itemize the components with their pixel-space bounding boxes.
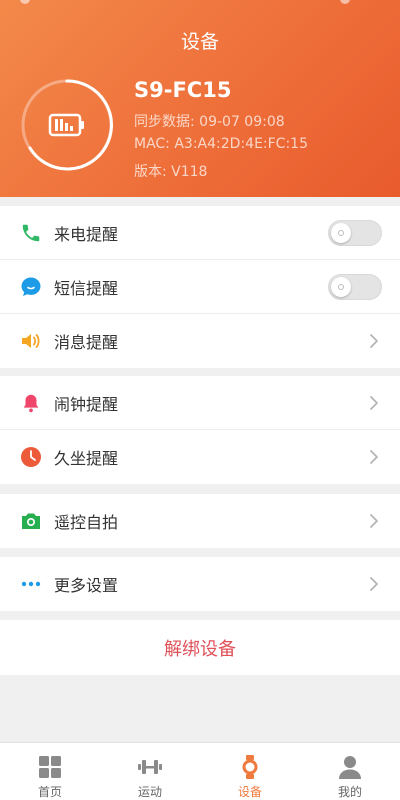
chevron-right-icon	[370, 450, 378, 464]
more-settings-row[interactable]: 更多设置	[0, 557, 400, 611]
message-reminder-label: 消息提醒	[54, 333, 119, 352]
device-header: 设备 S9-FC15 同步数据: 09-07 09:08 MAC: A3:A4:…	[0, 0, 400, 197]
tab-device[interactable]: 设备	[200, 743, 300, 800]
sms-reminder-label: 短信提醒	[54, 278, 119, 298]
clock-icon	[18, 444, 44, 470]
alarm-group: 闹钟提醒 久坐提醒	[0, 376, 400, 484]
person-icon	[339, 756, 361, 779]
camera-icon	[18, 508, 44, 534]
reminder-group: 来电提醒 短信提醒 消息提醒	[0, 206, 400, 368]
sync-time: 同步数据: 09-07 09:08	[134, 114, 285, 130]
sedentary-reminder-label: 久坐提醒	[54, 449, 119, 468]
chevron-right-icon	[370, 577, 378, 591]
status-bar	[0, 0, 400, 6]
home-grid-icon	[39, 756, 61, 778]
alarm-reminder-label: 闹钟提醒	[54, 394, 119, 414]
tab-sport-label: 运动	[137, 785, 162, 799]
message-reminder-row[interactable]: 消息提醒	[0, 314, 400, 368]
tab-mine[interactable]: 我的	[300, 743, 400, 800]
alarm-reminder-row[interactable]: 闹钟提醒	[0, 376, 400, 430]
page-title: 设备	[180, 31, 219, 53]
tab-mine-label: 我的	[337, 785, 362, 799]
tab-sport[interactable]: 运动	[100, 743, 200, 800]
call-reminder-row: 来电提醒	[0, 206, 400, 260]
remote-selfie-row[interactable]: 遥控自拍	[0, 494, 400, 548]
bottom-tab-bar: 首页 运动 设备 我的	[0, 742, 400, 800]
tab-device-label: 设备	[237, 785, 262, 799]
battery-icon	[48, 113, 84, 137]
sms-reminder-toggle[interactable]	[328, 274, 382, 300]
phone-icon	[18, 220, 44, 246]
call-reminder-toggle[interactable]	[328, 220, 382, 246]
bell-icon	[18, 390, 44, 416]
selfie-group: 遥控自拍	[0, 494, 400, 548]
more-group: 更多设置	[0, 557, 400, 611]
status-indicator	[20, 0, 30, 4]
status-indicator	[340, 0, 350, 4]
speaker-icon	[18, 328, 44, 354]
tab-home-label: 首页	[37, 785, 62, 799]
call-reminder-label: 来电提醒	[54, 224, 119, 244]
dumbbell-icon	[138, 760, 162, 774]
mac-address: MAC: A3:A4:2D:4E:FC:15	[134, 136, 308, 152]
sms-reminder-row: 短信提醒	[0, 260, 400, 314]
more-dots-icon	[18, 571, 44, 597]
battery-ring	[21, 79, 114, 171]
sedentary-reminder-row[interactable]: 久坐提醒	[0, 430, 400, 484]
remote-selfie-label: 遥控自拍	[54, 513, 119, 532]
chevron-right-icon	[370, 514, 378, 528]
device-name: S9-FC15	[134, 78, 232, 102]
chevron-right-icon	[370, 396, 378, 410]
chevron-right-icon	[370, 334, 378, 348]
chat-bubble-icon	[18, 274, 44, 300]
watch-icon	[242, 755, 258, 779]
unbind-device-button[interactable]: 解绑设备	[0, 620, 400, 675]
more-settings-label: 更多设置	[54, 576, 119, 595]
firmware-version: 版本: V118	[134, 164, 208, 180]
tab-home[interactable]: 首页	[0, 743, 100, 800]
